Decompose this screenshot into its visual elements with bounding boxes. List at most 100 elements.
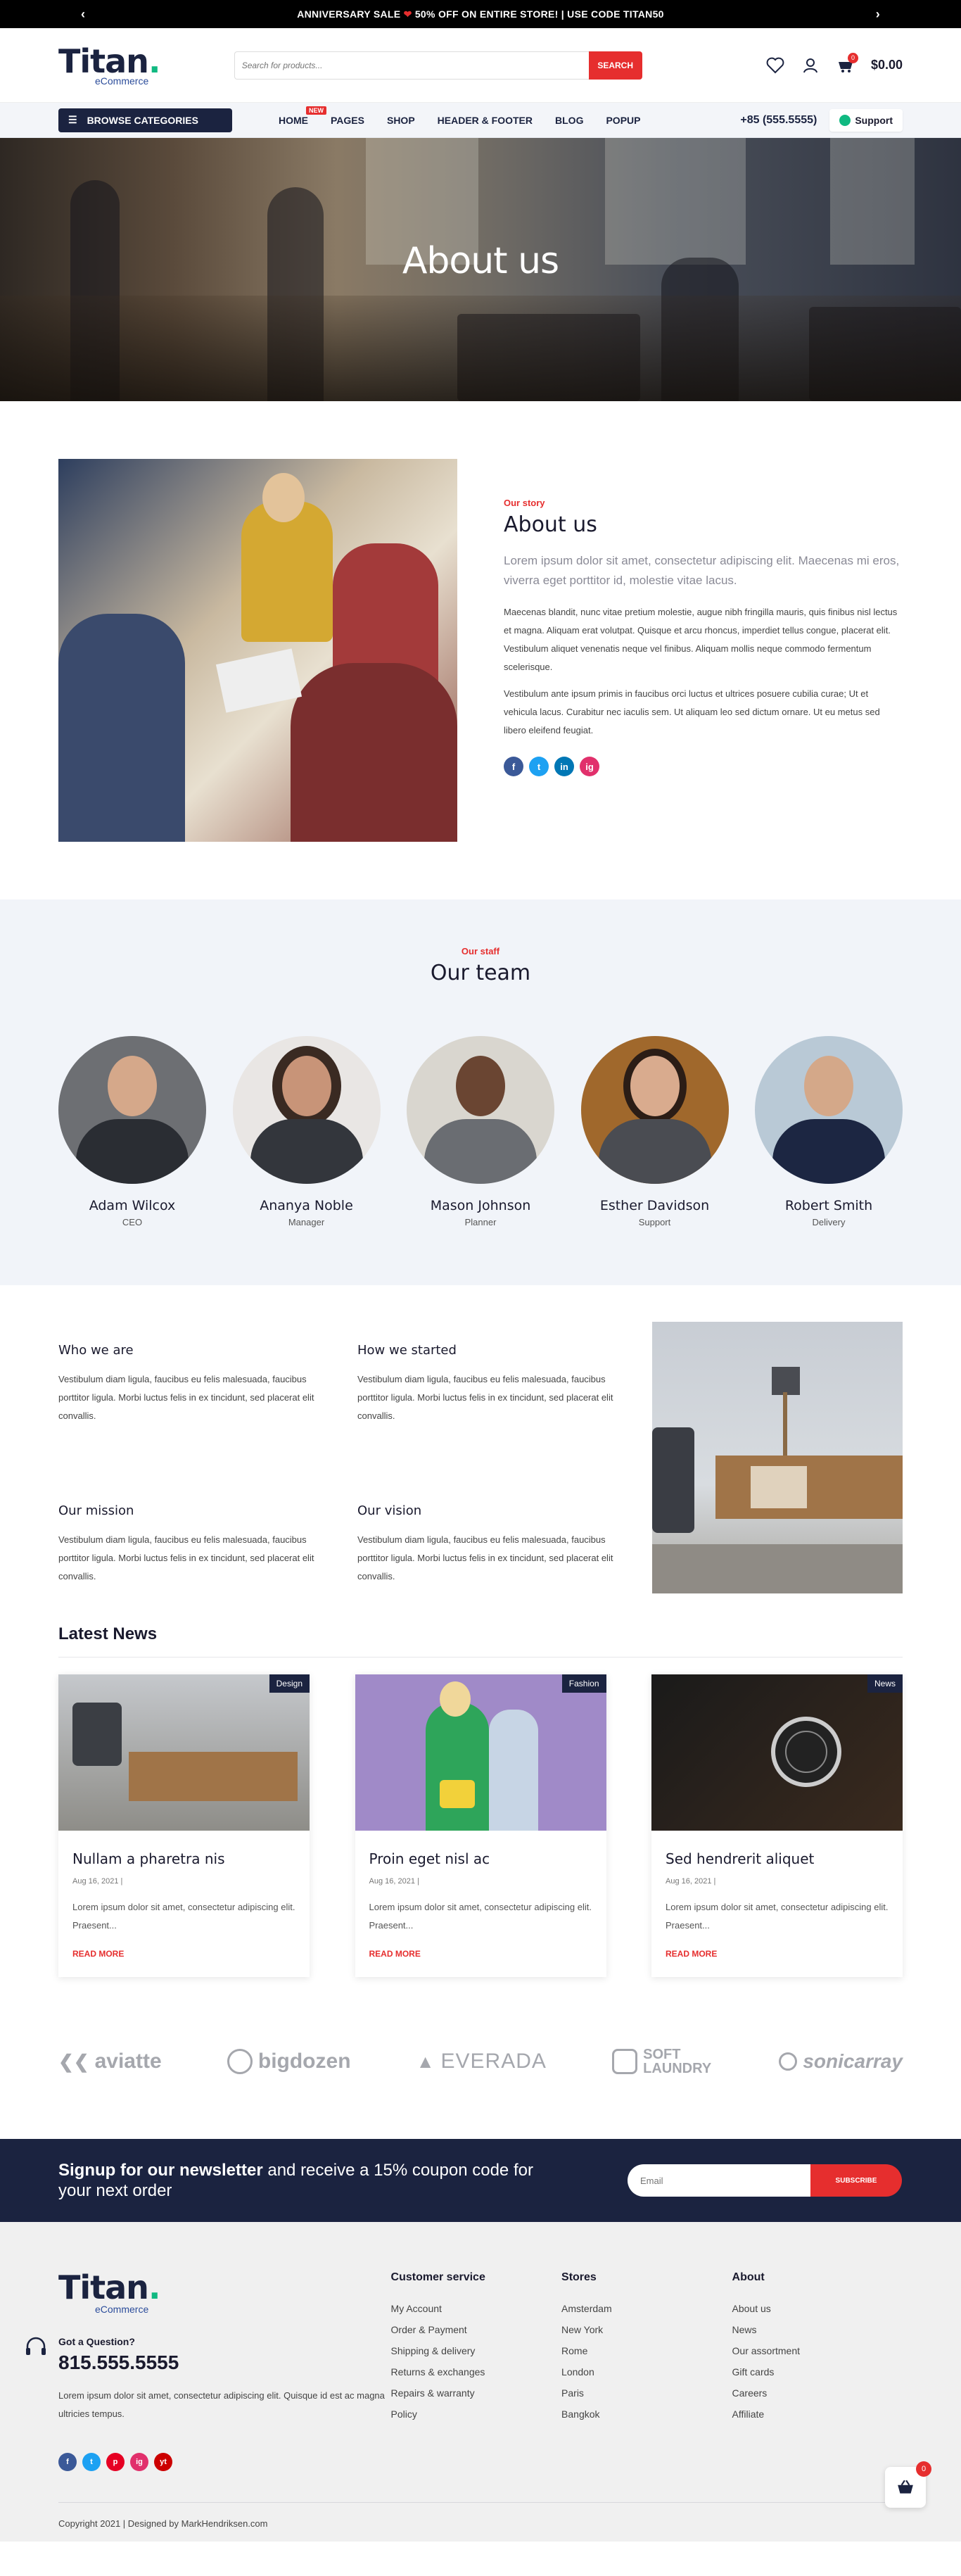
story-kicker: Our story <box>504 498 545 508</box>
read-more-link[interactable]: READ MORE <box>666 1949 889 1959</box>
copyright: Copyright 2021 | Designed by MarkHendrik… <box>58 2502 903 2529</box>
nav-item-header-footer[interactable]: HEADER & FOOTER <box>438 115 533 126</box>
news-image: Fashion <box>355 1674 606 1831</box>
wishlist-heart-icon[interactable] <box>765 56 785 75</box>
brand-logo[interactable]: ▲ EVERADA <box>416 2050 547 2073</box>
subscribe-button[interactable]: SUBSCRIBE <box>810 2164 902 2197</box>
footer-phone[interactable]: 815.555.5555 <box>58 2351 179 2374</box>
footer-link[interactable]: Paris <box>561 2382 732 2404</box>
question-label: Got a Question? <box>58 2336 135 2347</box>
twitter-icon[interactable]: t <box>529 757 549 776</box>
news-heading: Latest News <box>58 1624 903 1658</box>
news-image: Design <box>58 1674 310 1831</box>
category-tag[interactable]: Fashion <box>561 1674 606 1693</box>
next-arrow-icon[interactable]: › <box>876 7 880 22</box>
nav-item-home[interactable]: HOME NEW <box>279 106 326 126</box>
avatar <box>232 1036 381 1184</box>
linkedin-icon[interactable]: in <box>554 757 574 776</box>
nav-item-pages[interactable]: PAGES <box>331 115 364 126</box>
footer-link[interactable]: Bangkok <box>561 2404 732 2425</box>
footer-column-customer-service: Customer service My Account Order & Paym… <box>391 2271 561 2471</box>
pinterest-icon[interactable]: p <box>106 2453 125 2471</box>
newsletter-email-input[interactable] <box>628 2164 810 2197</box>
our-team-section: Our staff Our team Adam Wilcox CEO Ananya… <box>0 899 961 1285</box>
new-badge: NEW <box>306 106 326 115</box>
footer-link[interactable]: Our assortment <box>732 2340 903 2361</box>
footer-link[interactable]: Returns & exchanges <box>391 2361 561 2382</box>
footer-link[interactable]: News <box>732 2319 903 2340</box>
team-member[interactable]: Ananya Noble Manager <box>232 1036 381 1227</box>
twitter-icon[interactable]: t <box>82 2453 101 2471</box>
headset-icon <box>22 2333 50 2361</box>
footer-link[interactable]: London <box>561 2361 732 2382</box>
team-title: Our team <box>430 961 531 985</box>
team-member[interactable]: Esther Davidson Support <box>580 1036 729 1227</box>
facebook-icon[interactable]: f <box>58 2453 77 2471</box>
site-header: Titan. eCommerce SEARCH 0 $0.00 <box>0 28 961 103</box>
support-button[interactable]: Support <box>829 108 903 132</box>
browse-categories-button[interactable]: ☰ BROWSE CATEGORIES <box>58 108 232 132</box>
furniture-image <box>652 1322 903 1593</box>
logo[interactable]: Titan. eCommerce <box>58 45 160 86</box>
cart-total[interactable]: $0.00 <box>871 58 903 72</box>
team-kicker: Our staff <box>461 946 500 956</box>
footer-link[interactable]: Gift cards <box>732 2361 903 2382</box>
footer-link[interactable]: Order & Payment <box>391 2319 561 2340</box>
footer-link[interactable]: Policy <box>391 2404 561 2425</box>
footer-column-stores: Stores Amsterdam New York Rome London Pa… <box>561 2271 732 2471</box>
support-icon <box>839 114 851 126</box>
team-member[interactable]: Robert Smith Delivery <box>755 1036 903 1227</box>
basket-icon <box>898 2480 913 2494</box>
phone-number[interactable]: +85 (555.5555) <box>740 114 817 127</box>
user-account-icon[interactable] <box>801 56 820 75</box>
youtube-icon[interactable]: yt <box>154 2453 172 2471</box>
cart-count-badge: 0 <box>847 52 858 63</box>
avatar <box>755 1036 903 1184</box>
story-title: About us <box>504 512 597 537</box>
mini-cart-badge: 0 <box>916 2461 931 2477</box>
footer-link[interactable]: About us <box>732 2298 903 2319</box>
footer-logo[interactable]: Titan. eCommerce <box>58 2271 391 2315</box>
category-tag[interactable]: News <box>867 1674 903 1693</box>
footer-link[interactable]: My Account <box>391 2298 561 2319</box>
category-tag[interactable]: Design <box>269 1674 310 1693</box>
nav-item-blog[interactable]: BLOG <box>555 115 583 126</box>
read-more-link[interactable]: READ MORE <box>72 1949 295 1959</box>
prev-arrow-icon[interactable]: ‹ <box>81 7 85 22</box>
footer-link[interactable]: Affiliate <box>732 2404 903 2425</box>
footer-link[interactable]: Repairs & warranty <box>391 2382 561 2404</box>
news-card[interactable]: News Sed hendrerit aliquet Aug 16, 2021 |… <box>651 1674 903 1977</box>
announcement-text: ANNIVERSARY SALE ❤ 50% OFF ON ENTIRE STO… <box>297 8 664 20</box>
announcement-bar: ‹ ANNIVERSARY SALE ❤ 50% OFF ON ENTIRE S… <box>0 0 961 28</box>
search-button[interactable]: SEARCH <box>588 51 642 80</box>
facebook-icon[interactable]: f <box>504 757 523 776</box>
footer-link[interactable]: Rome <box>561 2340 732 2361</box>
read-more-link[interactable]: READ MORE <box>369 1949 592 1959</box>
info-block: How we started Vestibulum diam ligula, fa… <box>357 1343 613 1421</box>
story-paragraph: Vestibulum ante ipsum primis in faucibus… <box>504 688 880 735</box>
brand-logo[interactable]: SOFT LAUNDRY <box>612 2047 713 2076</box>
footer-link[interactable]: Amsterdam <box>561 2298 732 2319</box>
instagram-icon[interactable]: ig <box>130 2453 148 2471</box>
search-input[interactable] <box>234 51 589 80</box>
avatar <box>58 1036 206 1184</box>
brand-logo[interactable]: sonicarray <box>779 2050 903 2073</box>
team-member[interactable]: Mason Johnson Planner <box>407 1036 554 1227</box>
footer-link[interactable]: Shipping & delivery <box>391 2340 561 2361</box>
info-block: Our mission Vestibulum diam ligula, fauci… <box>58 1503 314 1581</box>
brand-logo[interactable]: ❮❮ aviatte <box>58 2050 162 2073</box>
brand-logo[interactable]: bigdozen <box>227 2049 351 2074</box>
team-member[interactable]: Adam Wilcox CEO <box>58 1036 206 1227</box>
footer-link[interactable]: Careers <box>732 2382 903 2404</box>
cart-icon[interactable]: 0 <box>836 52 858 75</box>
newsletter-section: Signup for our newsletter and receive a … <box>0 2139 961 2222</box>
nav-item-shop[interactable]: SHOP <box>387 115 415 126</box>
hero-banner: About us <box>0 138 961 401</box>
nav-item-popup[interactable]: POPUP <box>606 115 640 126</box>
footer-link[interactable]: New York <box>561 2319 732 2340</box>
floating-cart-button[interactable]: 0 <box>885 2461 931 2508</box>
instagram-icon[interactable]: ig <box>580 757 599 776</box>
news-card[interactable]: Fashion Proin eget nisl ac Aug 16, 2021 |… <box>355 1674 606 1977</box>
avatar <box>580 1036 729 1184</box>
news-card[interactable]: Design Nullam a pharetra nis Aug 16, 2021… <box>58 1674 310 1977</box>
